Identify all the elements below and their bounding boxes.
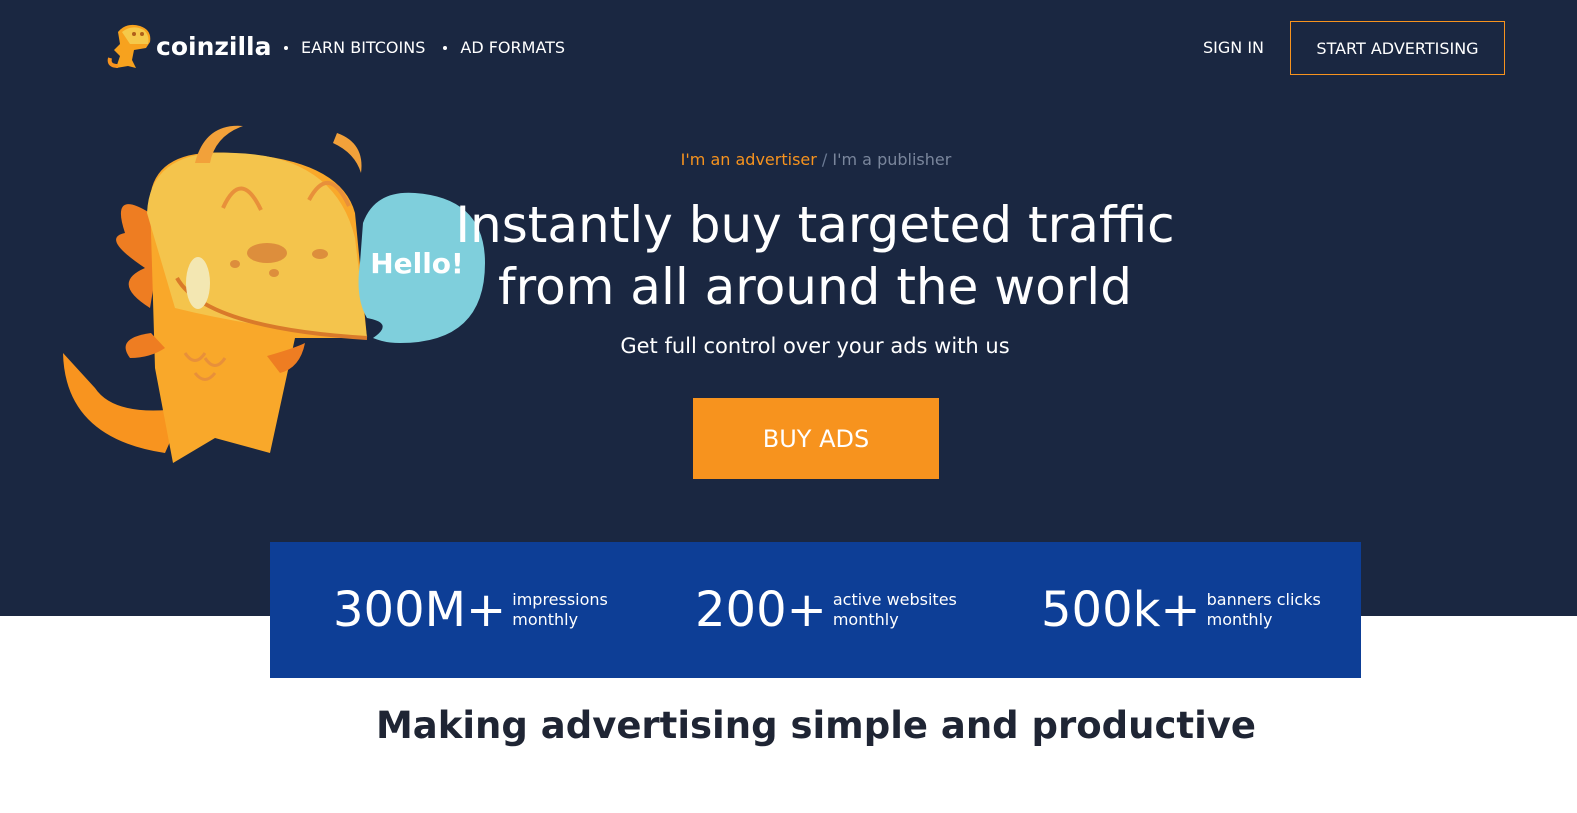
headline-line-2: from all around the world [498, 258, 1132, 316]
stat-desc-line-2: monthly [832, 610, 899, 629]
stat-websites: 200+ active websites monthly [695, 582, 957, 638]
hero-section: coinzilla EARN BITCOINS AD FORMATS SIGN … [0, 0, 1577, 616]
main-nav: EARN BITCOINS AD FORMATS [284, 38, 583, 57]
stat-description: active websites monthly [833, 590, 957, 630]
stat-impressions: 300M+ impressions monthly [333, 582, 608, 638]
nav-ad-formats[interactable]: AD FORMATS [443, 38, 565, 57]
logo-link[interactable]: coinzilla [106, 22, 272, 70]
nav-ad-formats-label: AD FORMATS [460, 38, 566, 57]
nav-bullet [443, 45, 448, 50]
stats-band: 300M+ impressions monthly 200+ active we… [270, 542, 1361, 678]
nav-earn-bitcoins[interactable]: EARN BITCOINS [284, 38, 425, 57]
stat-value: 300M+ [333, 582, 507, 638]
stat-desc-line-1: banners clicks [1206, 590, 1321, 609]
role-advertiser-link[interactable]: I'm an advertiser [681, 150, 817, 169]
hero-subheadline: Get full control over your ads with us [620, 334, 1010, 358]
dinosaur-logo-icon [107, 24, 151, 68]
sign-in-link[interactable]: SIGN IN [1203, 38, 1264, 57]
nav-bullet [284, 45, 288, 50]
section-tagline: Making advertising simple and productive [375, 704, 1257, 747]
headline-line-1: Instantly buy targeted traffic [455, 196, 1175, 254]
stat-value: 200+ [695, 582, 827, 638]
stat-description: impressions monthly [512, 590, 608, 630]
logo-text: coinzilla [156, 31, 272, 61]
start-advertising-button[interactable]: START ADVERTISING [1290, 21, 1505, 75]
stat-desc-line-1: impressions [512, 590, 608, 609]
stat-desc-line-2: monthly [512, 610, 579, 629]
role-separator: / [816, 150, 833, 169]
stat-value: 500k+ [1041, 582, 1201, 638]
buy-ads-button[interactable]: BUY ADS [693, 398, 939, 479]
hero-headline: Instantly buy targeted traffic from all … [415, 194, 1215, 318]
nav-earn-bitcoins-label: EARN BITCOINS [301, 38, 426, 57]
stat-desc-line-2: monthly [1206, 610, 1273, 629]
stat-description: banners clicks monthly [1207, 590, 1321, 630]
stat-clicks: 500k+ banners clicks monthly [1041, 582, 1321, 638]
stat-desc-line-1: active websites [832, 590, 957, 609]
role-publisher-link[interactable]: I'm a publisher [832, 150, 951, 169]
role-switch: I'm an advertiser / I'm a publisher [0, 150, 1577, 169]
